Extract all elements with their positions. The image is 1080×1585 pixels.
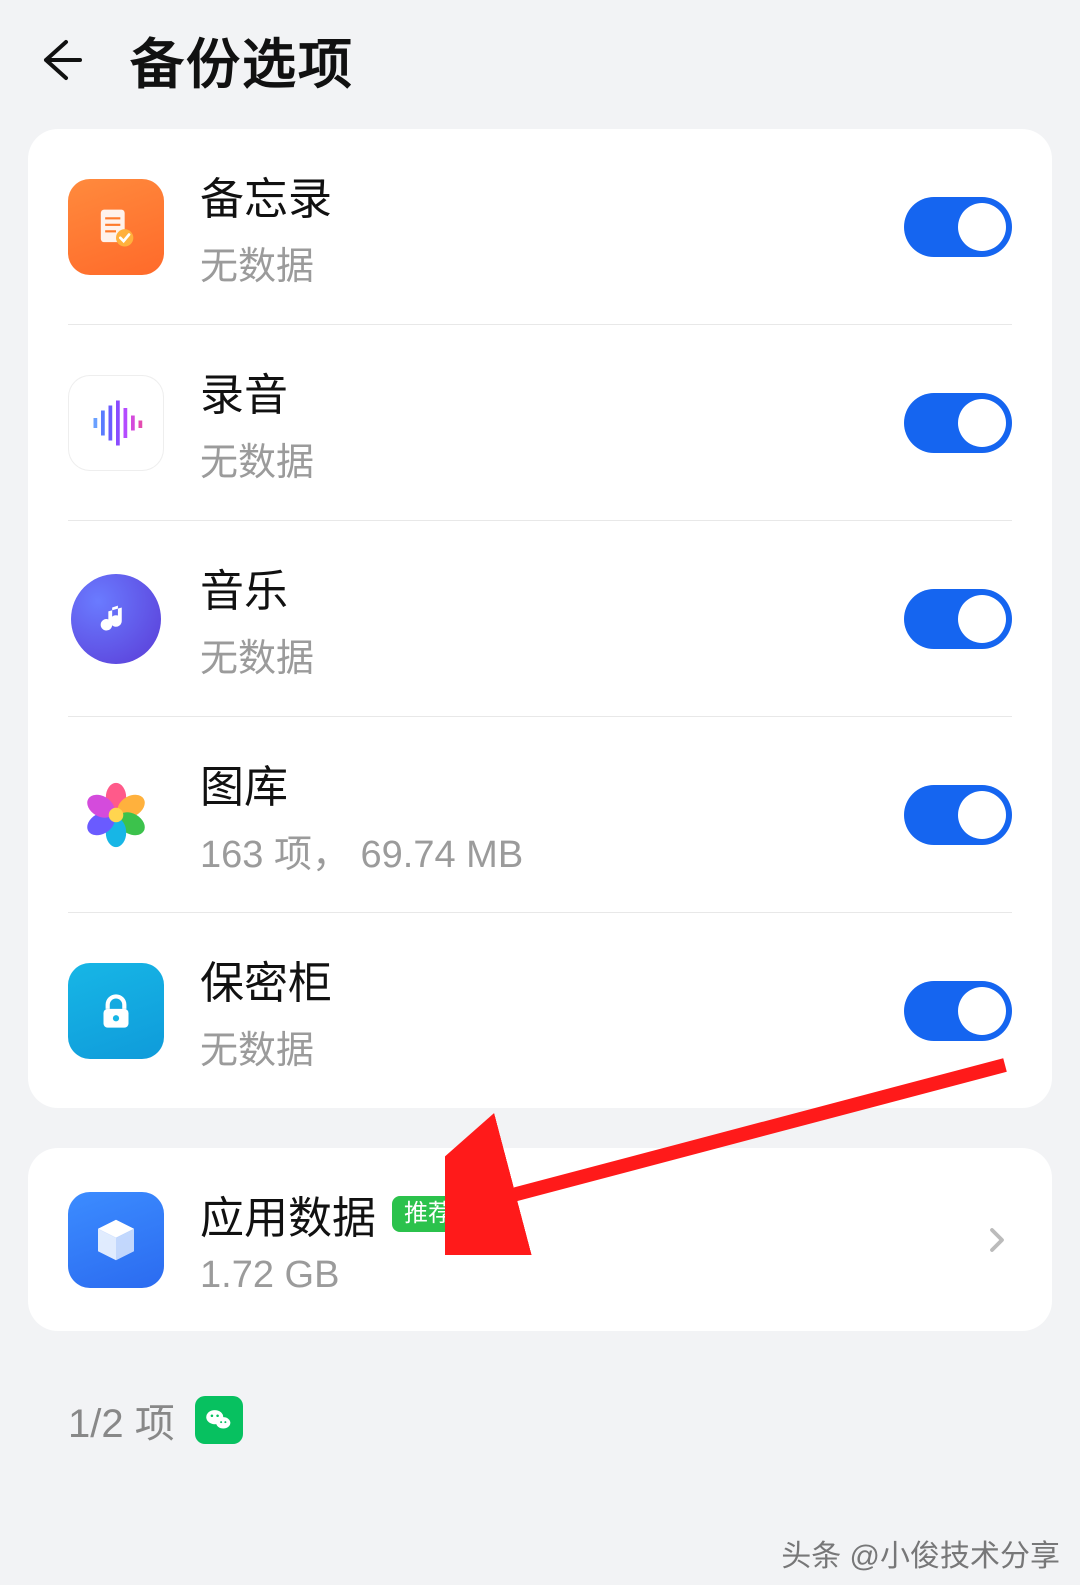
gallery-icon bbox=[68, 767, 164, 863]
wechat-icon bbox=[195, 1396, 243, 1444]
item-notes-toggle[interactable] bbox=[904, 197, 1012, 257]
item-gallery[interactable]: 图库 163 项， 69.74 MB bbox=[68, 716, 1012, 912]
notes-icon bbox=[68, 179, 164, 275]
recommended-badge: 推荐开启 bbox=[392, 1196, 512, 1233]
appdata-card: 应用数据 推荐开启 1.72 GB bbox=[28, 1148, 1052, 1331]
item-gallery-sub: 163 项， 69.74 MB bbox=[200, 823, 904, 878]
footer-row: 1/2 项 bbox=[28, 1371, 1052, 1449]
item-appdata-sub: 1.72 GB bbox=[200, 1254, 962, 1297]
lock-icon bbox=[68, 963, 164, 1059]
item-music-text: 音乐 无数据 bbox=[200, 555, 904, 682]
item-appdata-text: 应用数据 推荐开启 1.72 GB bbox=[200, 1182, 962, 1297]
music-icon bbox=[68, 571, 164, 667]
item-safebox-title: 保密柜 bbox=[200, 947, 904, 1011]
item-gallery-toggle[interactable] bbox=[904, 785, 1012, 845]
watermark: 头条 @小俊技术分享 bbox=[781, 1531, 1060, 1575]
page-title: 备份选项 bbox=[130, 20, 354, 99]
item-music-toggle[interactable] bbox=[904, 589, 1012, 649]
item-safebox-sub: 无数据 bbox=[200, 1019, 904, 1074]
item-music-title: 音乐 bbox=[200, 555, 904, 619]
item-music-sub: 无数据 bbox=[200, 627, 904, 682]
item-notes-text: 备忘录 无数据 bbox=[200, 163, 904, 290]
item-recorder-toggle[interactable] bbox=[904, 393, 1012, 453]
item-recorder-sub: 无数据 bbox=[200, 431, 904, 486]
item-appdata-title-text: 应用数据 bbox=[200, 1182, 376, 1246]
back-button[interactable] bbox=[30, 30, 90, 90]
item-recorder-title: 录音 bbox=[200, 359, 904, 423]
back-arrow-icon bbox=[36, 36, 84, 84]
item-appdata[interactable]: 应用数据 推荐开启 1.72 GB bbox=[68, 1148, 1012, 1331]
chevron-right-icon bbox=[982, 1225, 1012, 1255]
item-safebox-toggle[interactable] bbox=[904, 981, 1012, 1041]
item-gallery-title: 图库 bbox=[200, 751, 904, 815]
item-safebox[interactable]: 保密柜 无数据 bbox=[68, 912, 1012, 1108]
item-gallery-text: 图库 163 项， 69.74 MB bbox=[200, 751, 904, 878]
footer-count: 1/2 项 bbox=[68, 1391, 175, 1449]
item-recorder-text: 录音 无数据 bbox=[200, 359, 904, 486]
item-safebox-text: 保密柜 无数据 bbox=[200, 947, 904, 1074]
item-appdata-title: 应用数据 推荐开启 bbox=[200, 1182, 962, 1246]
item-notes[interactable]: 备忘录 无数据 bbox=[68, 129, 1012, 324]
item-notes-sub: 无数据 bbox=[200, 235, 904, 290]
item-recorder[interactable]: 录音 无数据 bbox=[68, 324, 1012, 520]
cube-icon bbox=[68, 1192, 164, 1288]
item-notes-title: 备忘录 bbox=[200, 163, 904, 227]
item-music[interactable]: 音乐 无数据 bbox=[68, 520, 1012, 716]
recorder-icon bbox=[68, 375, 164, 471]
backup-items-card: 备忘录 无数据 录音 无数据 bbox=[28, 129, 1052, 1108]
header: 备份选项 bbox=[0, 0, 1080, 129]
